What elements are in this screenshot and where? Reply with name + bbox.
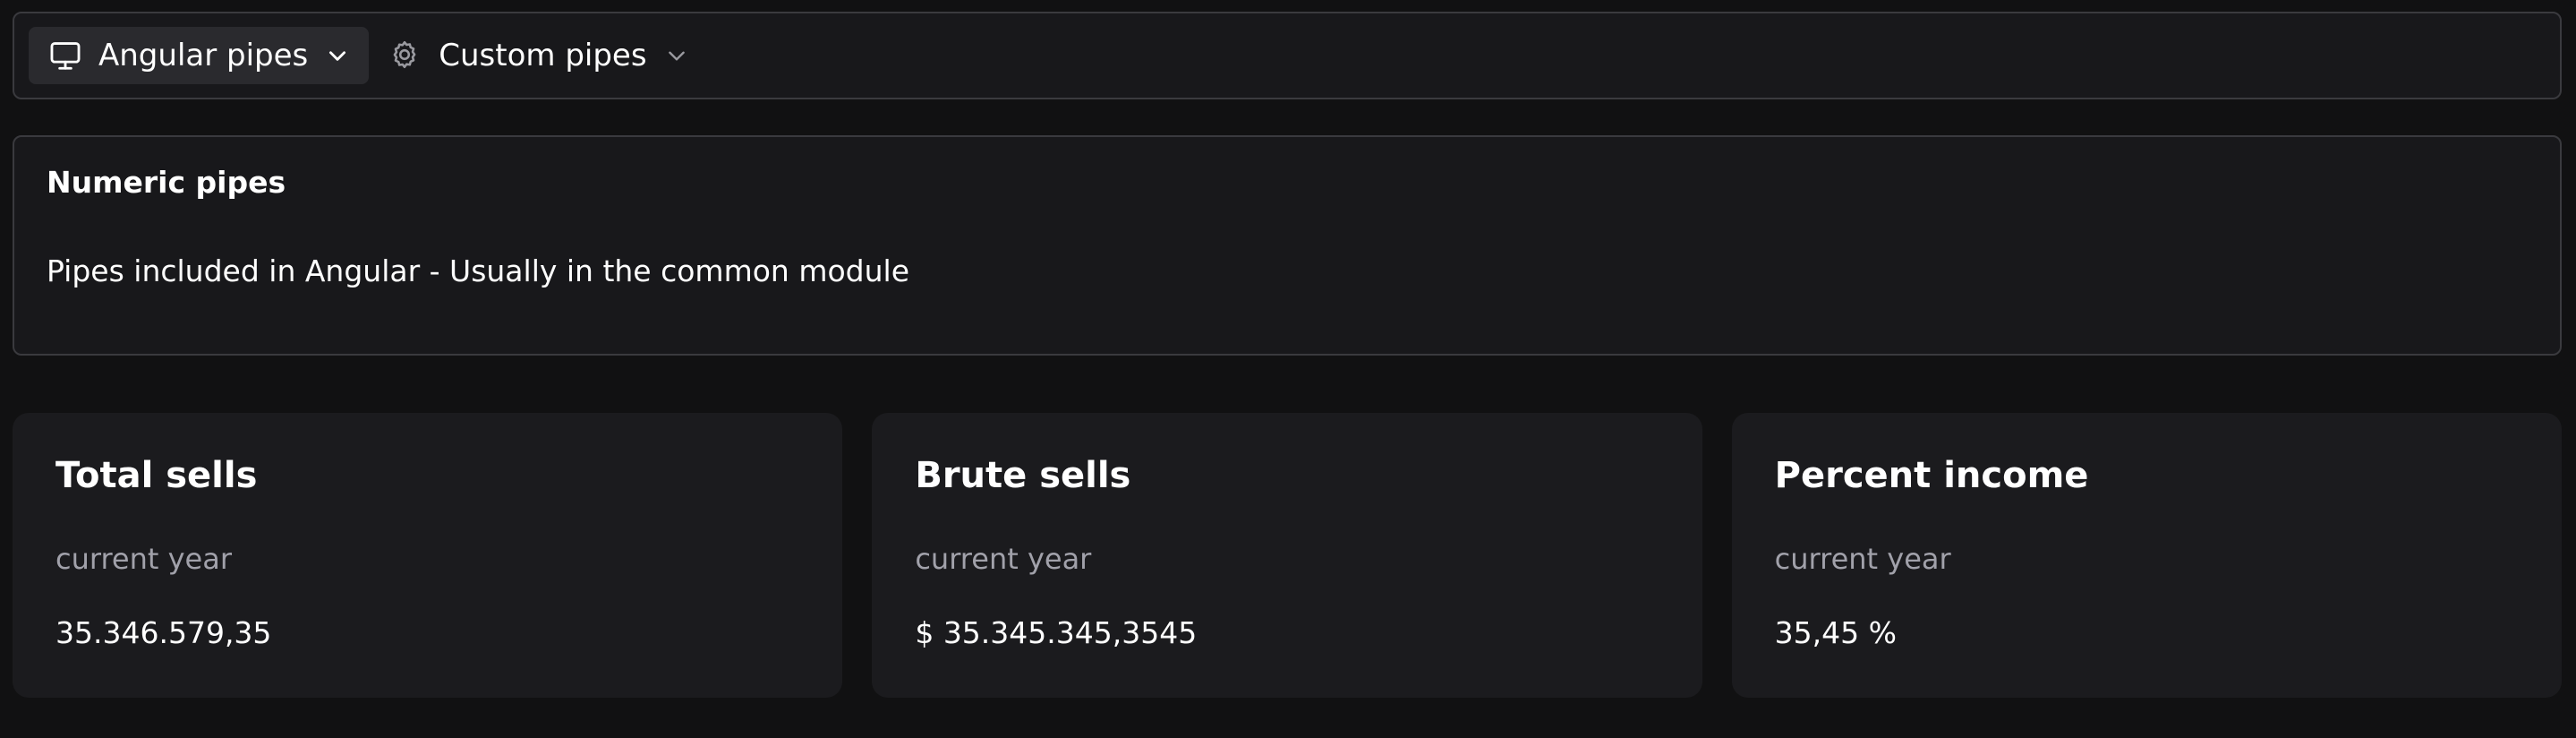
card-value: 35,45 % [1774, 615, 1897, 651]
monitor-icon [48, 39, 82, 73]
menubar: Angular pipes Custom pipes [13, 12, 2562, 99]
menu-custom-pipes[interactable]: Custom pipes [369, 27, 707, 84]
card-subtitle: current year [1774, 542, 1951, 576]
stats-cards: Total sells current year 35.346.579,35 B… [13, 413, 2562, 698]
chevron-down-icon [326, 44, 349, 67]
chevron-down-icon [665, 44, 688, 67]
card-title: Total sells [55, 455, 258, 496]
card-brute-sells: Brute sells current year $ 35.345.345,35… [872, 413, 1702, 698]
panel-title: Numeric pipes [47, 165, 286, 200]
card-value: 35.346.579,35 [55, 615, 272, 651]
numeric-pipes-panel: Numeric pipes Pipes included in Angular … [13, 135, 2562, 356]
menu-custom-pipes-label: Custom pipes [439, 38, 647, 73]
card-value: $ 35.345.345,3545 [915, 615, 1198, 651]
menu-angular-pipes-label: Angular pipes [98, 38, 309, 73]
menu-angular-pipes[interactable]: Angular pipes [29, 27, 370, 84]
card-title: Brute sells [915, 455, 1131, 496]
card-percent-income: Percent income current year 35,45 % [1731, 413, 2562, 698]
panel-description: Pipes included in Angular - Usually in t… [47, 253, 909, 288]
card-title: Percent income [1774, 455, 2089, 496]
card-subtitle: current year [55, 542, 232, 576]
card-subtitle: current year [915, 542, 1092, 576]
gear-icon [388, 39, 422, 73]
card-total-sells: Total sells current year 35.346.579,35 [13, 413, 843, 698]
